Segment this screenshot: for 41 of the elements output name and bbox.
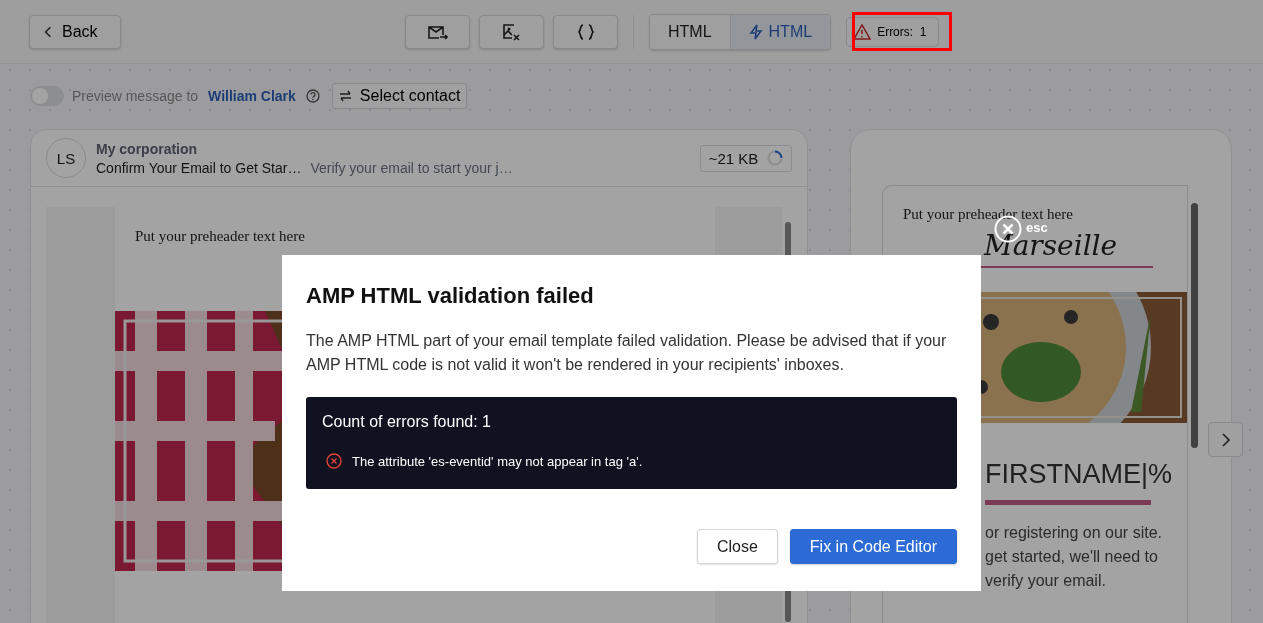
view-tab[interactable]: HTML bbox=[729, 14, 831, 49]
error-count: Count of errors found: 1 bbox=[322, 413, 492, 431]
view-tab[interactable]: HTML bbox=[650, 14, 730, 49]
send-mail-button[interactable] bbox=[405, 14, 470, 49]
errors-button[interactable]: Errors: 1 bbox=[846, 16, 940, 47]
size-badge: ~21 KB bbox=[700, 144, 792, 172]
error-icon bbox=[326, 453, 342, 469]
chevron-right-icon bbox=[1220, 432, 1231, 447]
scrollbar-thumb[interactable] bbox=[1191, 203, 1198, 448]
greeting-text: FIRSTNAME|% bbox=[985, 459, 1174, 490]
dialog-title: AMP HTML validation failed bbox=[306, 283, 595, 309]
dialog-message: The AMP HTML part of your email template failed validation. Please be advised that if your AMP HTML code is not valid it won't be rendered in your recipients' inboxes. bbox=[306, 331, 948, 375]
body-text: verify your email. bbox=[985, 571, 1107, 591]
spinner-icon bbox=[767, 150, 784, 166]
email-subject: Confirm Your Email to Get Star… bbox=[96, 159, 302, 176]
preview-toggle[interactable] bbox=[30, 86, 64, 106]
braces-icon bbox=[576, 22, 595, 41]
lightning-icon bbox=[748, 23, 763, 40]
close-button[interactable]: Close bbox=[696, 529, 778, 564]
fix-button[interactable]: Fix in Code Editor bbox=[789, 529, 957, 564]
back-button[interactable]: Back bbox=[29, 14, 121, 49]
sender-name: My corporation bbox=[96, 140, 199, 157]
email-preheader: Verify your email to start your j… bbox=[310, 159, 513, 176]
preheader-text: Put your preheader text here bbox=[135, 228, 305, 244]
contact-link[interactable]: William Clark bbox=[208, 88, 296, 104]
help-icon bbox=[305, 89, 320, 103]
preheader-text: Put your preheader text here bbox=[903, 206, 1073, 222]
preview-label: Preview message to bbox=[72, 88, 199, 104]
error-message: The attribute 'es-eventid' may not appear in tag 'a'. bbox=[352, 453, 643, 469]
body-text: or registering on our site. bbox=[985, 523, 1163, 543]
chevron-left-icon bbox=[44, 25, 52, 38]
body-text: get started, we'll need to bbox=[985, 547, 1159, 567]
warning-icon bbox=[853, 23, 872, 40]
esc-hint: esc bbox=[1026, 220, 1048, 235]
code-braces-button[interactable] bbox=[553, 14, 618, 49]
select-contact-button[interactable]: Select contact bbox=[331, 83, 468, 109]
image-off-icon bbox=[501, 22, 522, 41]
mail-arrow-icon bbox=[427, 23, 448, 40]
next-button[interactable] bbox=[1208, 422, 1243, 457]
image-off-button[interactable] bbox=[479, 14, 544, 49]
swap-icon bbox=[338, 90, 352, 102]
